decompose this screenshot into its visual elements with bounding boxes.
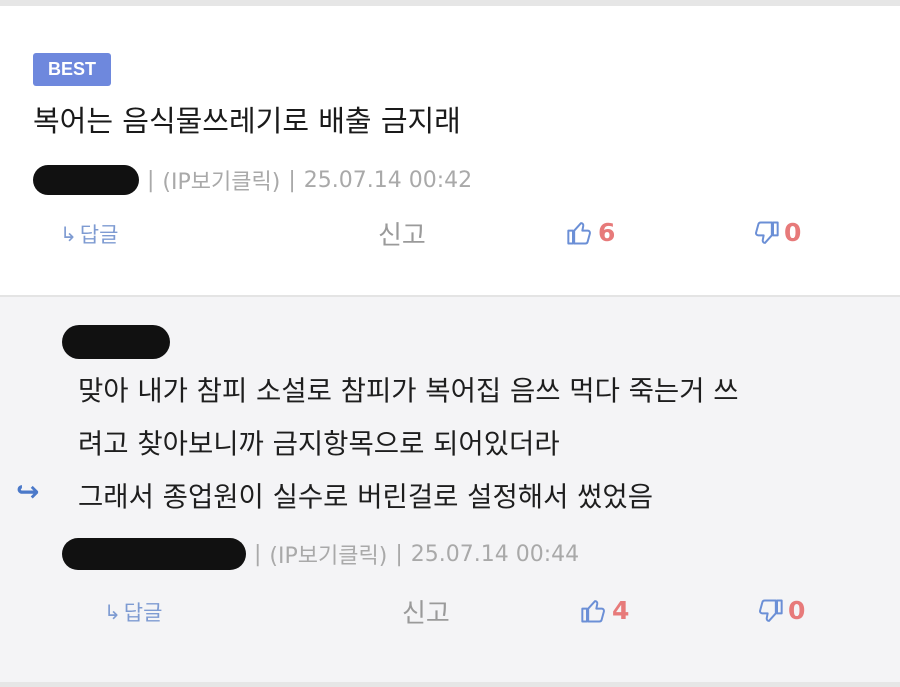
ip-view-link[interactable]: (IP보기클릭)	[269, 538, 387, 570]
comment-actions: ↳ 답글 신고 6 0	[0, 215, 900, 255]
report-button[interactable]: 신고	[378, 215, 426, 252]
best-comment: BEST 복어는 음식물쓰레기로 배출 금지래 | (IP보기클릭) | 25.…	[0, 6, 900, 295]
comment-line: 려고 찾아보니까 금지항목으로 되어있더라	[78, 428, 560, 460]
meta-separator: |	[288, 167, 296, 193]
redacted-author-name	[62, 325, 170, 359]
reply-button[interactable]: ↳ 답글	[104, 597, 162, 627]
comment-actions: ↳ 답글 신고 4 0	[0, 593, 900, 633]
redacted-author-name	[33, 165, 139, 195]
comment-timestamp: 25.07.14 00:44	[410, 541, 580, 567]
dislike-button[interactable]: 0	[752, 218, 801, 247]
best-badge: BEST	[33, 53, 111, 86]
meta-separator: |	[147, 167, 155, 193]
report-button[interactable]: 신고	[402, 593, 450, 630]
comment-text: 복어는 음식물쓰레기로 배출 금지래	[33, 104, 461, 138]
comment-text: 맞아 내가 참피 소설로 참피가 복어집 음쓰 먹다 죽는거 쓰 려고 찾아보니…	[78, 365, 739, 524]
dislike-count: 0	[788, 596, 806, 625]
thumbs-down-icon	[755, 221, 779, 244]
like-button[interactable]: 4	[580, 596, 629, 625]
reply-label: 답글	[123, 601, 163, 625]
reply-arrow-icon: ↳	[104, 600, 121, 624]
like-button[interactable]: 6	[566, 218, 615, 247]
reply-indicator-icon: ↪	[16, 475, 40, 508]
comment-line: 맞아 내가 참피 소설로 참피가 복어집 음쓰 먹다 죽는거 쓰	[78, 375, 739, 407]
meta-separator: |	[395, 541, 403, 567]
redacted-author-name	[62, 538, 246, 570]
comment-line: 그래서 종업원이 실수로 버린걸로 설정해서 썼었음	[78, 481, 654, 513]
reply-label: 답글	[79, 223, 119, 247]
like-count: 6	[598, 218, 616, 247]
thumbs-up-icon	[581, 599, 605, 622]
dislike-button[interactable]: 0	[756, 596, 805, 625]
ip-view-link[interactable]: (IP보기클릭)	[162, 164, 280, 196]
comment-timestamp: 25.07.14 00:42	[303, 167, 473, 193]
meta-separator: |	[254, 541, 262, 567]
reply-comment: ↪ 맞아 내가 참피 소설로 참피가 복어집 음쓰 먹다 죽는거 쓰 려고 찾아…	[0, 297, 900, 682]
thumbs-down-icon	[759, 599, 783, 622]
reply-arrow-icon: ↳	[60, 222, 77, 246]
dislike-count: 0	[784, 218, 802, 247]
reply-button[interactable]: ↳ 답글	[60, 219, 118, 249]
bottom-divider	[0, 682, 900, 687]
thumbs-up-icon	[567, 221, 591, 244]
comment-meta: | (IP보기클릭) | 25.07.14 00:42	[33, 164, 472, 196]
like-count: 4	[612, 596, 630, 625]
comment-meta: | (IP보기클릭) | 25.07.14 00:44	[62, 538, 579, 570]
